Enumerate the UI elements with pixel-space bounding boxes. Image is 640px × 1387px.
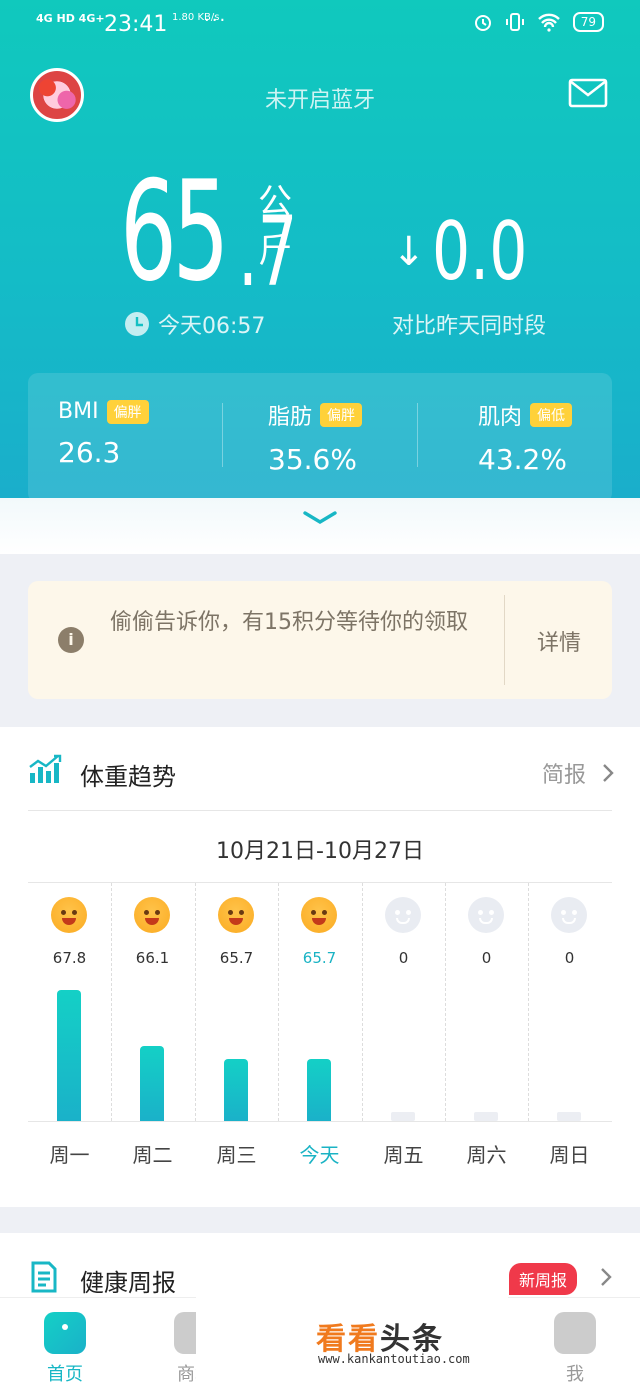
notice-message: 偷偷告诉你，有15积分等待你的领取 [110,610,468,635]
signal-indicator: 4G HD 4G+ [36,12,105,25]
empty-smiley-icon [468,897,504,933]
brief-label[interactable]: 简报 [542,757,586,789]
metric-tag: 偏低 [530,403,573,427]
alarm-icon [474,15,491,31]
status-icons: 79 [473,12,604,32]
measure-time-row: 今天06:57 [124,308,265,340]
chart-column[interactable]: 65.7 今天 [278,883,361,1183]
detail-button[interactable]: 详情 [506,625,612,657]
card-title: 健康周报 [80,1269,176,1297]
chart-bar [307,1059,331,1121]
info-icon: i [58,627,84,653]
chart-bar-empty [474,1112,498,1121]
bar-value-label: 0 [564,949,575,967]
chart-bar [140,1046,164,1121]
watermark: 看看头条 www.kankantoutiao.com [196,1296,508,1387]
more-notifications-icon: ··· [204,10,228,31]
metric-name: 肌肉 [478,405,523,430]
metric-name: 脂肪 [268,405,313,430]
divider [417,403,418,467]
chart-column[interactable]: 0 周日 [528,883,611,1183]
weight-bar-chart: 67.8 周一 66.1 周二 65.7 周三 65.7 今天 0 周五 0 周六 0 周日 [28,883,612,1183]
x-tick-label: 周一 [49,1143,90,1167]
bar-value-label: 66.1 [135,949,170,967]
trend-chart-icon [29,754,62,783]
smiley-icon [301,897,337,933]
tab-label: 首页 [47,1364,83,1385]
x-tick-label: 今天 [299,1143,340,1167]
chart-column[interactable]: 67.8 周一 [28,883,111,1183]
chevron-right-icon[interactable] [602,763,614,783]
vibrate-icon [505,13,524,31]
diff-label: 对比昨天同时段 [392,314,547,339]
x-tick-label: 周五 [383,1143,424,1167]
tab-me[interactable]: 我 [525,1312,625,1386]
metric-bmi[interactable]: BMI 偏胖 26.3 [58,399,149,469]
brief-link[interactable]: 简报 [542,757,614,789]
chart-column[interactable]: 0 周六 [445,883,528,1183]
mail-icon[interactable] [568,78,608,108]
chart-column[interactable]: 65.7 周三 [195,883,278,1183]
bar-value-label: 65.7 [302,949,337,967]
divider [504,595,505,685]
clock-time: 23:41 [104,12,168,37]
bar-value-label: 0 [398,949,409,967]
empty-smiley-icon [385,897,421,933]
points-notice[interactable]: i 偷偷告诉你，有15积分等待你的领取 详情 [28,581,612,699]
down-arrow-icon: ↓ [392,229,426,275]
body-metrics-panel[interactable]: BMI 偏胖 26.3 脂肪 偏胖 35.6% 肌肉 偏低 43.2% [28,373,612,503]
chevron-right-icon[interactable] [600,1267,612,1287]
metric-tag: 偏胖 [106,399,149,424]
battery-indicator: 79 [572,12,604,32]
metric-fat[interactable]: 脂肪 偏胖 35.6% [268,399,363,476]
diff-value: 0.0 [431,205,527,298]
bluetooth-status[interactable]: 未开启蓝牙 [0,82,640,114]
metric-tag: 偏胖 [320,403,363,427]
metric-value: 43.2% [478,443,567,476]
chart-bar-empty [391,1112,415,1121]
wifi-icon [537,13,560,32]
smiley-icon [51,897,87,933]
status-bar: 4G HD 4G+ 23:41 1.80 KB/s ··· 79 [36,8,604,42]
smiley-icon [134,897,170,933]
measure-time: 今天06:57 [158,314,266,339]
weight-trend-card: 体重趋势 简报 10月21日-10月27日 67.8 周一 66.1 周二 65.7 周三… [0,727,640,1207]
chart-column[interactable]: 0 周五 [362,883,445,1183]
chart-bar [57,990,81,1121]
user-icon [554,1312,596,1354]
weight-unit: 公斤 [258,182,292,271]
weight-diff: ↓ 0.0 [392,212,559,292]
home-icon [44,1312,86,1354]
report-doc-icon [31,1261,57,1293]
tab-home[interactable]: 首页 [15,1312,115,1386]
expand-toggle[interactable] [0,498,640,554]
chart-column[interactable]: 66.1 周二 [111,883,194,1183]
tab-label: 我 [566,1364,584,1385]
x-tick-label: 周二 [132,1143,173,1167]
bar-value-label: 65.7 [219,949,254,967]
divider [28,810,612,811]
divider [222,403,223,467]
card-title: 体重趋势 [80,763,176,791]
header: 4G HD 4G+ 23:41 1.80 KB/s ··· 79 未开启蓝牙 6… [0,0,640,503]
metric-muscle[interactable]: 肌肉 偏低 43.2% [478,399,573,476]
metric-name: BMI [58,399,99,424]
watermark-url: www.kankantoutiao.com [318,1352,470,1366]
smiley-icon [218,897,254,933]
chevron-down-icon[interactable] [302,510,338,526]
bar-value-label: 0 [481,949,492,967]
empty-smiley-icon [551,897,587,933]
metric-value: 35.6% [268,443,357,476]
new-report-badge: 新周报 [509,1263,578,1295]
x-tick-label: 周日 [549,1143,590,1167]
weight-integer: 65 [120,151,229,312]
metric-value: 26.3 [58,436,121,469]
clock-icon [125,312,149,336]
bar-value-label: 67.8 [52,949,87,967]
date-range: 10月21日-10月27日 [216,839,424,864]
x-tick-label: 周三 [216,1143,257,1167]
chart-bar-empty [557,1112,581,1121]
x-tick-label: 周六 [466,1143,507,1167]
chart-bar [224,1059,248,1121]
